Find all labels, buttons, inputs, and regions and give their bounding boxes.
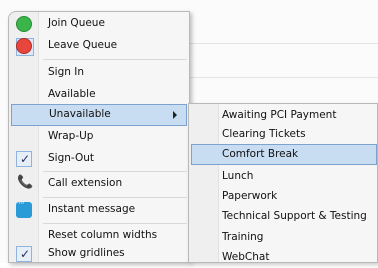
- menu-item-label: Instant message: [48, 203, 136, 215]
- menu-separator: [43, 59, 187, 60]
- submenu-item-clearing-tickets[interactable]: Clearing Tickets: [191, 124, 377, 145]
- menu-separator: [43, 197, 187, 198]
- submenu-item-comfort-break[interactable]: Comfort Break: [191, 144, 377, 165]
- submenu-item-training[interactable]: Training: [191, 227, 377, 248]
- menu-item-label: Call extension: [48, 177, 123, 189]
- grid-line: [190, 77, 378, 78]
- grid-line: [190, 43, 378, 44]
- menu-item-join-queue[interactable]: Join Queue: [11, 13, 187, 35]
- menu-item-sign-out[interactable]: ✓ Sign-Out: [11, 148, 187, 170]
- submenu-item-label: Technical Support & Testing: [222, 210, 367, 222]
- submenu-item-awaiting-pci-payment[interactable]: Awaiting PCI Payment: [191, 105, 377, 126]
- menu-item-wrap-up[interactable]: Wrap-Up: [11, 126, 187, 148]
- menu-item-label: Sign-Out: [48, 152, 95, 164]
- chat-icon: ···: [16, 199, 32, 218]
- submenu-item-label: Comfort Break: [222, 148, 299, 160]
- menu-item-call-extension[interactable]: 📞 Call extension: [11, 173, 187, 195]
- submenu-item-label: Lunch: [222, 170, 254, 182]
- menu-item-show-gridlines[interactable]: ✓ Show gridlines: [11, 243, 187, 265]
- green-status-icon: [16, 16, 32, 32]
- context-menu: Join Queue Leave Queue Sign In Available…: [8, 11, 190, 263]
- checkmark-icon: ✓: [16, 246, 32, 262]
- menu-item-label: Sign In: [48, 66, 84, 78]
- menu-separator: [43, 171, 187, 172]
- submenu-item-label: Paperwork: [222, 190, 278, 202]
- menu-item-unavailable[interactable]: Unavailable: [11, 104, 187, 126]
- phone-icon: 📞: [17, 175, 34, 190]
- menu-item-leave-queue[interactable]: Leave Queue: [11, 35, 187, 57]
- submenu-item-webchat[interactable]: WebChat: [191, 247, 377, 268]
- submenu-item-lunch[interactable]: Lunch: [191, 166, 377, 187]
- red-status-icon: [16, 38, 32, 54]
- menu-separator: [43, 223, 187, 224]
- unavailable-submenu: Awaiting PCI Payment Clearing Tickets Co…: [188, 103, 378, 263]
- checkmark-icon: ✓: [16, 151, 32, 167]
- submenu-item-label: Awaiting PCI Payment: [222, 109, 337, 121]
- menu-item-label: Unavailable: [49, 108, 111, 120]
- menu-item-label: Show gridlines: [48, 247, 125, 259]
- menu-item-instant-message[interactable]: ··· Instant message: [11, 199, 187, 221]
- submenu-item-label: WebChat: [222, 251, 270, 263]
- submenu-item-label: Clearing Tickets: [222, 128, 306, 140]
- menu-item-label: Leave Queue: [48, 39, 118, 51]
- menu-item-label: Available: [48, 88, 96, 100]
- submenu-item-paperwork[interactable]: Paperwork: [191, 186, 377, 207]
- menu-item-sign-in[interactable]: Sign In: [11, 62, 187, 84]
- menu-item-label: Reset column widths: [48, 229, 158, 241]
- menu-item-available[interactable]: Available: [11, 84, 187, 106]
- menu-item-label: Join Queue: [48, 17, 105, 29]
- submenu-arrow-icon: [173, 111, 177, 119]
- submenu-item-label: Training: [222, 231, 264, 243]
- submenu-item-technical-support-testing[interactable]: Technical Support & Testing: [191, 206, 377, 227]
- menu-item-label: Wrap-Up: [48, 130, 94, 142]
